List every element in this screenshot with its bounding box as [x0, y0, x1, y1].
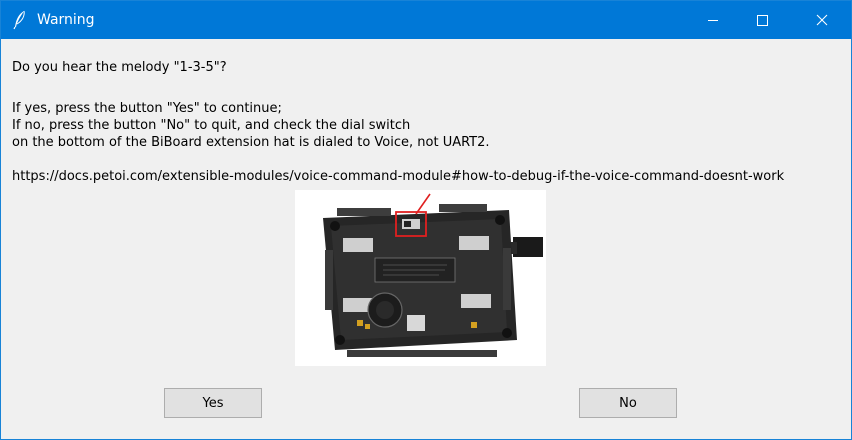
close-icon	[816, 14, 828, 26]
window-title: Warning	[37, 12, 95, 28]
no-button[interactable]: No	[579, 388, 677, 418]
instruction-yes: If yes, press the button "Yes" to contin…	[12, 101, 282, 116]
close-button[interactable]	[782, 1, 851, 39]
title-bar[interactable]: Warning	[1, 1, 851, 39]
help-link-text: https://docs.petoi.com/extensible-module…	[12, 169, 785, 184]
dialog-body: Do you hear the melody "1-3-5"? If yes, …	[1, 39, 851, 439]
maximize-button[interactable]	[736, 1, 782, 39]
minimize-button[interactable]	[690, 1, 736, 39]
question-text: Do you hear the melody "1-3-5"?	[12, 60, 227, 75]
instruction-board: on the bottom of the BiBoard extension h…	[12, 135, 490, 150]
instruction-no: If no, press the button "No" to quit, an…	[12, 118, 411, 133]
feather-icon	[12, 10, 28, 30]
biboard-photo	[295, 190, 546, 366]
warning-dialog-window: Warning Do you hear the melody "1-3-5"? …	[0, 0, 852, 440]
yes-button[interactable]: Yes	[164, 388, 262, 418]
maximize-icon	[757, 15, 768, 26]
minimize-icon	[708, 20, 718, 21]
